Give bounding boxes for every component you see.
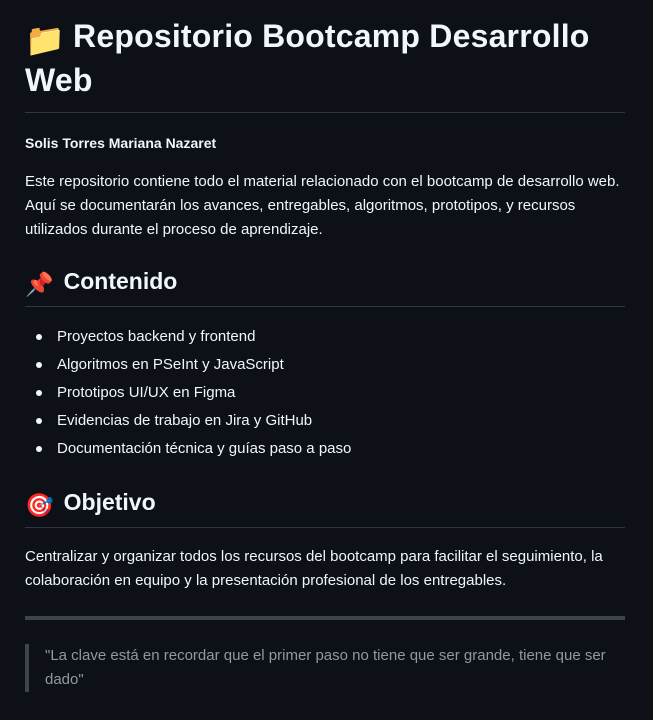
intro-paragraph: Este repositorio contiene todo el materi…	[25, 173, 620, 238]
list-item: Evidencias de trabajo en Jira y GitHub	[36, 407, 625, 435]
list-item: Documentación técnica y guías paso a pas…	[36, 435, 625, 463]
section-heading-text: Contenido	[63, 268, 178, 294]
section-heading-objetivo: 🎯 Objetivo	[25, 487, 625, 528]
objective-paragraph: Centralizar y organizar todos los recurs…	[25, 548, 603, 589]
target-icon: 🎯	[25, 492, 54, 518]
content-list: Proyectos backend y frontend Algoritmos …	[25, 323, 625, 463]
quote-block: "La clave está en recordar que el primer…	[25, 644, 625, 692]
list-item: Algoritmos en PSeInt y JavaScript	[36, 351, 625, 379]
folder-icon: 📁	[25, 22, 66, 58]
list-item: Proyectos backend y frontend	[36, 323, 625, 351]
page-title-text: Repositorio Bootcamp Desarrollo Web	[25, 18, 590, 98]
page-title: 📁 Repositorio Bootcamp Desarrollo Web	[25, 16, 625, 113]
author-name: Solis Torres Mariana Nazaret	[25, 135, 217, 151]
section-heading-text: Objetivo	[63, 489, 156, 515]
readme-document: 📁 Repositorio Bootcamp Desarrollo Web Sol…	[0, 16, 653, 692]
section-heading-contenido: 📌 Contenido	[25, 266, 625, 307]
horizontal-divider	[25, 616, 625, 620]
pushpin-icon: 📌	[25, 271, 54, 297]
list-item: Prototipos UI/UX en Figma	[36, 379, 625, 407]
